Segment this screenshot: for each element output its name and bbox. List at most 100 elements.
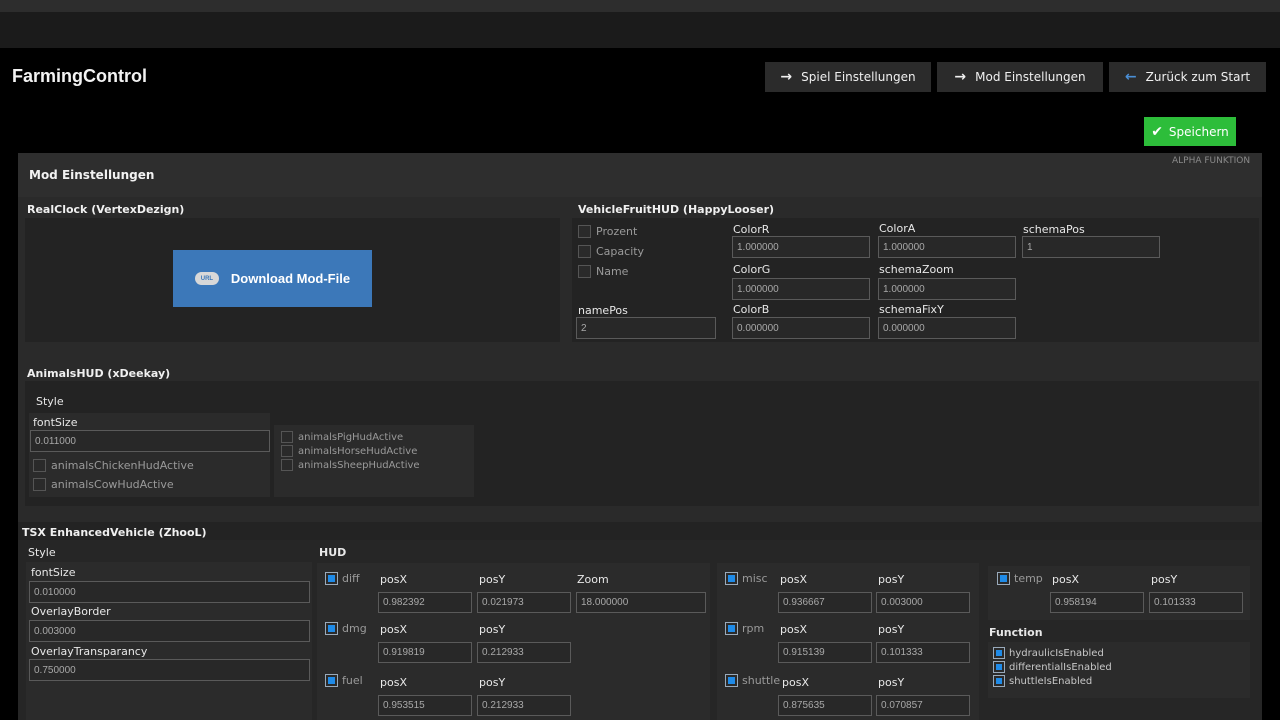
diff-zoom-label: Zoom: [577, 573, 609, 586]
colorr-input[interactable]: [732, 236, 870, 258]
checkbox[interactable]: [33, 459, 46, 472]
download-mod-file-button[interactable]: URL Download Mod-File: [173, 250, 372, 307]
misc-posx-label: posX: [780, 573, 807, 586]
checkbox-label: dmg: [342, 622, 367, 635]
shuttle-posy-label: posY: [878, 676, 905, 689]
diff-posx-input[interactable]: [378, 592, 472, 613]
checkbox[interactable]: [325, 674, 338, 687]
mod-settings-button[interactable]: → Mod Einstellungen: [937, 62, 1103, 92]
checkbox-label: shuttle: [742, 674, 781, 687]
checkbox-label: shuttleIsEnabled: [1009, 675, 1093, 687]
tsx-overlaytransparancy-input[interactable]: [29, 659, 310, 681]
animals-pig-checkbox[interactable]: animalsPigHudActive: [281, 431, 403, 443]
vfh-capacity-checkbox[interactable]: Capacity: [578, 245, 644, 258]
checkbox[interactable]: [578, 265, 591, 278]
colorb-label: ColorB: [733, 303, 770, 316]
checkbox[interactable]: [725, 622, 738, 635]
diff-posy-label: posY: [479, 573, 506, 586]
fuel-posy-input[interactable]: [477, 695, 571, 716]
schemapos-label: schemaPos: [1023, 223, 1085, 236]
temp-posx-input[interactable]: [1050, 592, 1144, 613]
animals-horse-checkbox[interactable]: animalsHorseHudActive: [281, 445, 417, 457]
window-tab-bar: [0, 12, 1280, 48]
temp-posx-label: posX: [1052, 573, 1079, 586]
mod-settings-label: Mod Einstellungen: [975, 70, 1086, 84]
schemazoom-input[interactable]: [878, 278, 1016, 300]
hud-shuttle-checkbox[interactable]: shuttle: [725, 674, 780, 687]
vfh-prozent-checkbox[interactable]: Prozent: [578, 225, 637, 238]
checkbox[interactable]: [725, 674, 738, 687]
checkbox[interactable]: [281, 431, 293, 443]
shuttle-posx-input[interactable]: [778, 695, 872, 716]
tsx-overlayborder-input[interactable]: [29, 620, 310, 642]
checkbox-label: animalsPigHudActive: [298, 431, 404, 443]
namepos-label: namePos: [578, 304, 628, 317]
dmg-posy-input[interactable]: [477, 642, 571, 663]
tsx-overlaytransparancy-label: OverlayTransparancy: [31, 645, 148, 658]
animals-chicken-checkbox[interactable]: animalsChickenHudActive: [33, 459, 194, 472]
dmg-posx-input[interactable]: [378, 642, 472, 663]
checkbox-label: animalsSheepHudActive: [298, 459, 420, 471]
tsx-title: TSX EnhancedVehicle (ZhooL): [22, 526, 207, 539]
diff-posy-input[interactable]: [477, 592, 571, 613]
hud-dmg-checkbox[interactable]: dmg: [325, 622, 367, 635]
arrow-right-icon: →: [954, 69, 967, 85]
animals-sheep-checkbox[interactable]: animalsSheepHudActive: [281, 459, 420, 471]
animals-fontsize-input[interactable]: [30, 430, 270, 452]
schemafixy-label: schemaFixY: [879, 303, 944, 316]
checkbox[interactable]: [578, 245, 591, 258]
diff-zoom-input[interactable]: [576, 592, 706, 613]
tsx-fontsize-label: fontSize: [31, 566, 76, 579]
checkmark-icon: ✔: [1151, 123, 1163, 140]
schemafixy-input[interactable]: [878, 317, 1016, 339]
url-icon: URL: [194, 272, 219, 285]
panel-header: [18, 153, 1262, 197]
namepos-input[interactable]: [576, 317, 716, 339]
checkbox[interactable]: [993, 661, 1005, 673]
hud-fuel-checkbox[interactable]: fuel: [325, 674, 363, 687]
checkbox-label: rpm: [742, 622, 765, 635]
shuttle-posx-label: posX: [782, 676, 809, 689]
checkbox-label: animalsHorseHudActive: [298, 445, 418, 457]
checkbox[interactable]: [325, 572, 338, 585]
fuel-posx-input[interactable]: [378, 695, 472, 716]
hud-rpm-checkbox[interactable]: rpm: [725, 622, 764, 635]
misc-posx-input[interactable]: [778, 592, 872, 613]
hud-diff-checkbox[interactable]: diff: [325, 572, 360, 585]
animals-cow-checkbox[interactable]: animalsCowHudActive: [33, 478, 174, 491]
schemapos-input[interactable]: [1022, 236, 1160, 258]
vfh-name-checkbox[interactable]: Name: [578, 265, 628, 278]
rpm-posx-input[interactable]: [778, 642, 872, 663]
checkbox[interactable]: [281, 445, 293, 457]
function-differential-checkbox[interactable]: differentialIsEnabled: [993, 661, 1112, 673]
back-to-start-button[interactable]: ← Zurück zum Start: [1109, 62, 1266, 92]
checkbox[interactable]: [997, 572, 1010, 585]
checkbox[interactable]: [993, 647, 1005, 659]
rpm-posy-input[interactable]: [876, 642, 970, 663]
hud-misc-checkbox[interactable]: misc: [725, 572, 768, 585]
tsx-fontsize-input[interactable]: [29, 581, 310, 603]
game-settings-button[interactable]: → Spiel Einstellungen: [765, 62, 931, 92]
colorg-input[interactable]: [732, 278, 870, 300]
temp-posy-input[interactable]: [1149, 592, 1243, 613]
misc-posy-input[interactable]: [876, 592, 970, 613]
function-hydraulic-checkbox[interactable]: hydraulicIsEnabled: [993, 647, 1104, 659]
checkbox-label: hydraulicIsEnabled: [1009, 647, 1104, 659]
function-shuttle-checkbox[interactable]: shuttleIsEnabled: [993, 675, 1092, 687]
colora-input[interactable]: [878, 236, 1016, 258]
checkbox[interactable]: [281, 459, 293, 471]
checkbox[interactable]: [578, 225, 591, 238]
tsx-overlayborder-label: OverlayBorder: [31, 605, 111, 618]
checkbox-label: misc: [742, 572, 768, 585]
checkbox[interactable]: [33, 478, 46, 491]
game-settings-label: Spiel Einstellungen: [801, 70, 916, 84]
save-button[interactable]: ✔ Speichern: [1144, 117, 1236, 146]
checkbox[interactable]: [325, 622, 338, 635]
hud-temp-checkbox[interactable]: temp: [997, 572, 1043, 585]
rpm-posy-label: posY: [878, 623, 905, 636]
back-to-start-label: Zurück zum Start: [1145, 70, 1251, 84]
colorb-input[interactable]: [732, 317, 870, 339]
checkbox[interactable]: [993, 675, 1005, 687]
shuttle-posy-input[interactable]: [876, 695, 970, 716]
checkbox[interactable]: [725, 572, 738, 585]
